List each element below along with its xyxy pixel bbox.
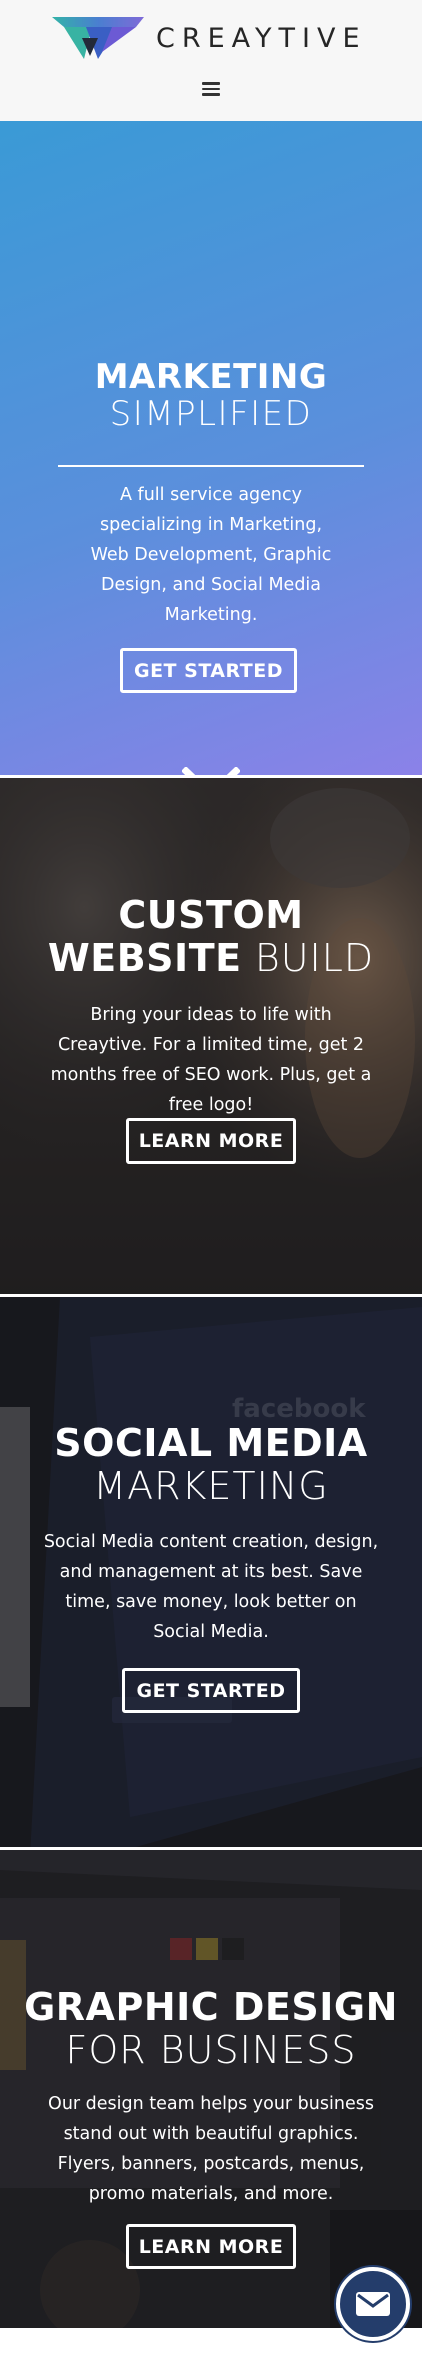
hero-section: MARKETING SIMPLIFIED A full service agen…: [0, 121, 422, 775]
website-title: CUSTOM WEBSITE BUILD: [0, 894, 422, 979]
social-title-light: MARKETING: [93, 1463, 329, 1508]
graphic-title: GRAPHIC DESIGN FOR BUSINESS: [0, 1986, 422, 2071]
hero-description: A full service agency specializing in Ma…: [90, 485, 332, 625]
social-title-bold: SOCIAL MEDIA: [54, 1421, 368, 1465]
graphic-learn-more-button[interactable]: LEARN MORE: [126, 2224, 296, 2269]
site-logo[interactable]: CREAYTIVE: [52, 16, 367, 60]
social-section: facebook SOCIAL MEDIA MARKETING Social M…: [0, 1297, 422, 1847]
hero-title-light: SIMPLIFIED: [109, 393, 313, 434]
graphic-title-bold: GRAPHIC DESIGN: [24, 1985, 398, 2029]
website-section: CUSTOM WEBSITE BUILD Bring your ideas to…: [0, 778, 422, 1294]
social-get-started-button[interactable]: GET STARTED: [122, 1668, 300, 1713]
creaytive-logo-icon: [52, 17, 144, 59]
hero-get-started-button[interactable]: GET STARTED: [120, 648, 297, 693]
hero-title-bold: MARKETING: [94, 357, 328, 397]
website-title-line1: CUSTOM: [118, 893, 304, 937]
graphic-section: GRAPHIC DESIGN FOR BUSINESS Our design t…: [0, 1850, 422, 2328]
site-header: CREAYTIVE: [0, 0, 422, 121]
contact-button[interactable]: [336, 2267, 410, 2341]
graphic-description: Our design team helps your business stan…: [48, 2094, 374, 2204]
envelope-icon: [356, 2292, 390, 2316]
website-title-light: BUILD: [254, 935, 375, 980]
social-title: SOCIAL MEDIA MARKETING: [0, 1422, 422, 1507]
logo-text: CREAYTIVE: [156, 22, 367, 54]
hamburger-menu-icon[interactable]: [202, 82, 220, 96]
website-description: Bring your ideas to life with Creaytive.…: [50, 1005, 372, 1115]
hero-divider: [58, 465, 364, 467]
hero-title: MARKETING SIMPLIFIED: [0, 359, 422, 432]
chevron-down-icon[interactable]: [182, 767, 240, 775]
website-title-line2: WEBSITE: [47, 935, 242, 980]
graphic-title-light: FOR BUSINESS: [65, 2027, 357, 2072]
website-learn-more-button[interactable]: LEARN MORE: [126, 1118, 296, 1164]
social-description: Social Media content creation, design, a…: [43, 1532, 379, 1642]
